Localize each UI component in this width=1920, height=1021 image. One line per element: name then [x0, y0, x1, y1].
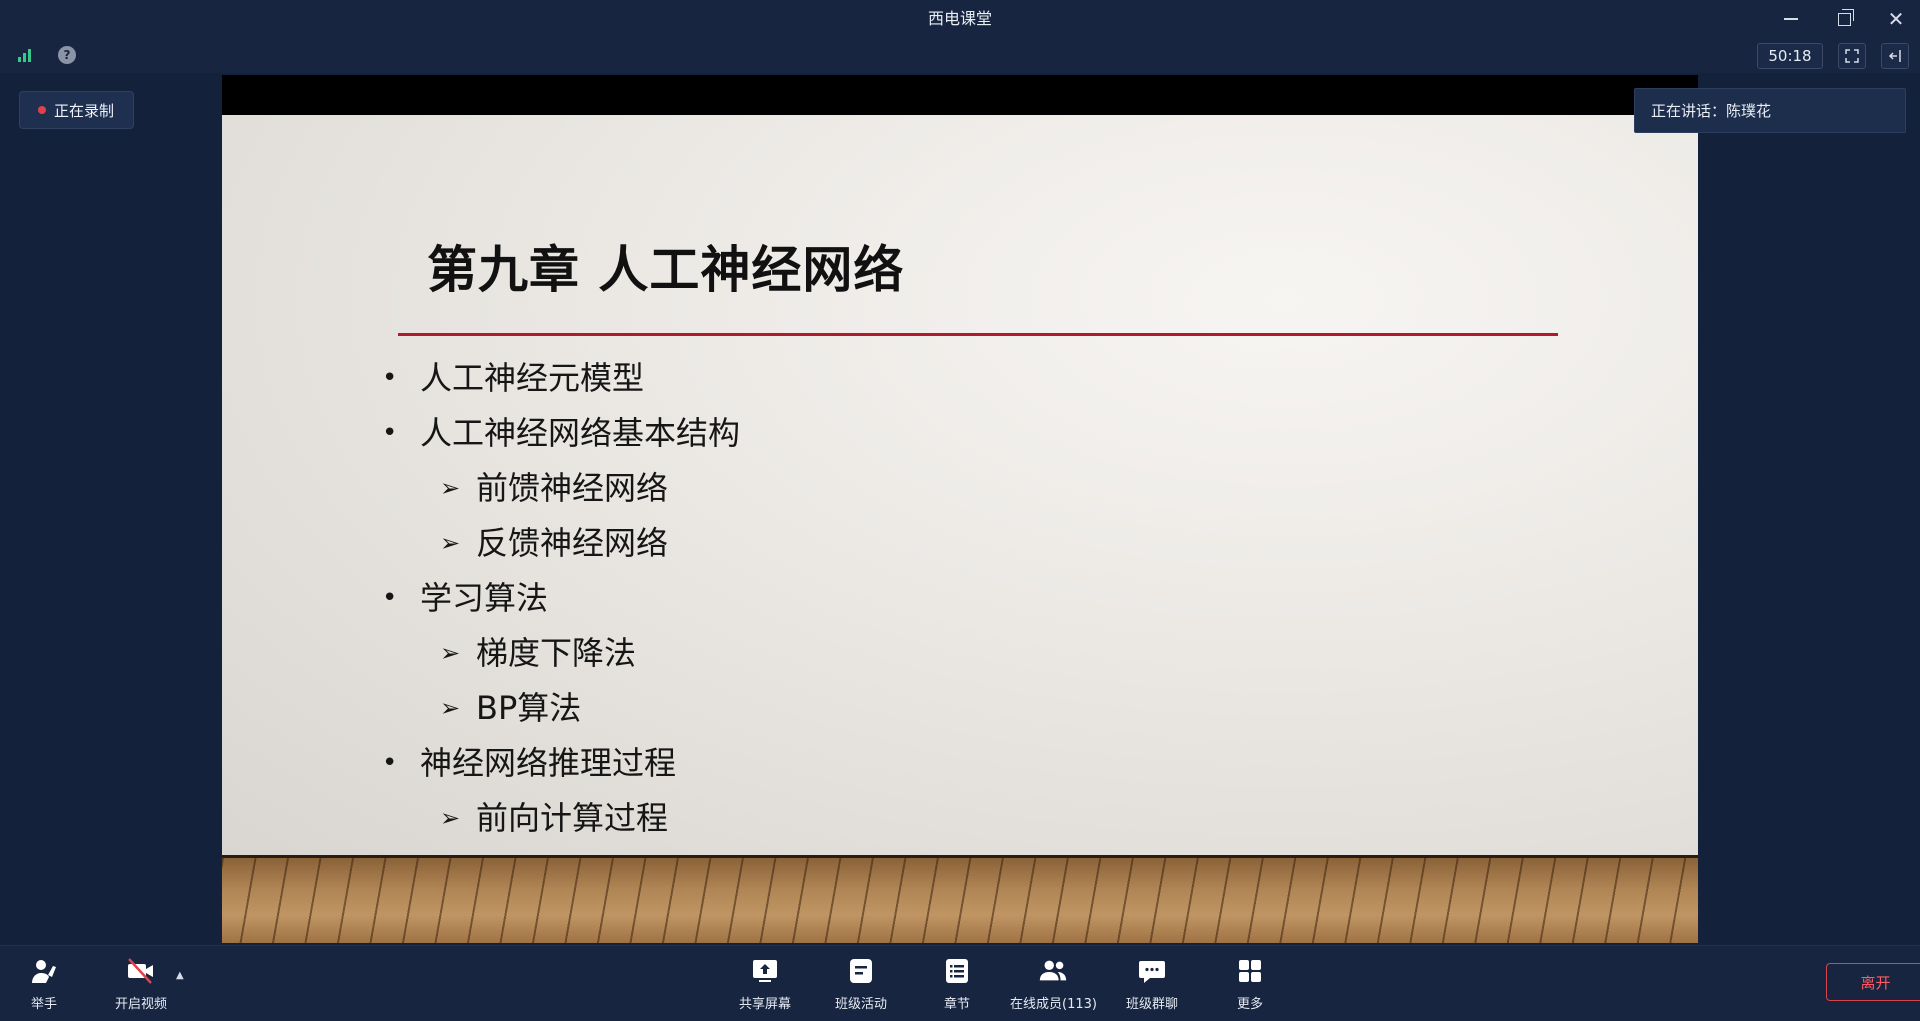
- chapters-button[interactable]: 章节: [941, 955, 973, 1012]
- chapters-list-icon: [946, 959, 968, 983]
- restore-button[interactable]: [1831, 6, 1857, 32]
- video-label: 开启视频: [115, 997, 168, 1012]
- recording-dot-icon: [38, 106, 46, 114]
- active-speaker-tag: 正在讲话：陈璞花: [1634, 88, 1906, 133]
- online-members-button[interactable]: 在线成员(113): [1010, 955, 1097, 1012]
- top-toolbar: [0, 37, 1920, 73]
- class-activity-icon: [850, 959, 872, 983]
- share-screen-button[interactable]: 共享屏幕: [739, 955, 791, 1012]
- toggle-video-button[interactable]: 开启视频: [115, 955, 167, 1012]
- grid-more-icon: [1239, 960, 1261, 982]
- close-button[interactable]: ✕: [1883, 6, 1909, 32]
- raise-hand-button[interactable]: 举手: [28, 955, 60, 1012]
- signal-strength-icon[interactable]: [18, 48, 34, 62]
- collapse-panel-icon: [1888, 50, 1901, 62]
- slide-title: 第九章 人工神经网络: [427, 241, 905, 299]
- bullet-item: 学习算法: [382, 571, 740, 626]
- sub-bullet-item: BP算法: [382, 681, 740, 736]
- raise-hand-icon: [32, 960, 56, 983]
- window-title: 西电课堂: [927, 9, 992, 28]
- more-label: 更多: [1236, 997, 1263, 1012]
- fullscreen-button[interactable]: [1838, 43, 1866, 69]
- fullscreen-icon: [1845, 49, 1859, 63]
- slide-divider: [398, 333, 1558, 336]
- class-timer: 50:18: [1757, 43, 1823, 69]
- sub-bullet-item: 前馈神经网络: [382, 461, 740, 516]
- leave-button[interactable]: 离开: [1826, 963, 1920, 1001]
- recording-indicator[interactable]: 正在录制: [19, 91, 134, 129]
- video-off-icon: [128, 958, 153, 984]
- presentation-slide: 第九章 人工神经网络 人工神经元模型 人工神经网络基本结构 前馈神经网络 反馈神…: [222, 115, 1698, 855]
- slide-bullet-list: 人工神经元模型 人工神经网络基本结构 前馈神经网络 反馈神经网络 学习算法 梯度…: [382, 351, 740, 846]
- recording-label: 正在录制: [54, 101, 115, 120]
- bullet-item: 神经网络推理过程: [382, 736, 740, 791]
- minimize-icon: [1784, 18, 1798, 20]
- members-icon: [1040, 960, 1067, 981]
- video-options-chevron-icon[interactable]: ▲: [176, 970, 184, 981]
- sub-bullet-item: 前向计算过程: [382, 791, 740, 846]
- class-activity-label: 班级活动: [835, 997, 888, 1012]
- chat-bubble-icon: [1139, 961, 1165, 983]
- class-activity-button[interactable]: 班级活动: [835, 955, 887, 1012]
- online-members-label: 在线成员(113): [1010, 997, 1097, 1012]
- group-chat-label: 班级群聊: [1126, 997, 1179, 1012]
- collapse-panel-button[interactable]: [1881, 43, 1909, 69]
- chapters-label: 章节: [943, 997, 970, 1012]
- slide-wood-floor-decoration: [222, 855, 1698, 943]
- slide-stage: 第九章 人工神经网络 人工神经元模型 人工神经网络基本结构 前馈神经网络 反馈神…: [222, 75, 1698, 943]
- close-icon: ✕: [1887, 7, 1905, 31]
- minimize-button[interactable]: [1778, 6, 1804, 32]
- help-icon[interactable]: ?: [58, 46, 76, 64]
- sub-bullet-item: 梯度下降法: [382, 626, 740, 681]
- more-button[interactable]: 更多: [1234, 955, 1266, 1012]
- group-chat-button[interactable]: 班级群聊: [1126, 955, 1178, 1012]
- share-screen-icon: [753, 960, 777, 982]
- bullet-item: 人工神经元模型: [382, 351, 740, 406]
- restore-icon: [1837, 8, 1854, 26]
- share-screen-label: 共享屏幕: [739, 997, 792, 1012]
- bullet-item: 人工神经网络基本结构: [382, 406, 740, 461]
- sub-bullet-item: 反馈神经网络: [382, 516, 740, 571]
- raise-hand-label: 举手: [30, 997, 57, 1012]
